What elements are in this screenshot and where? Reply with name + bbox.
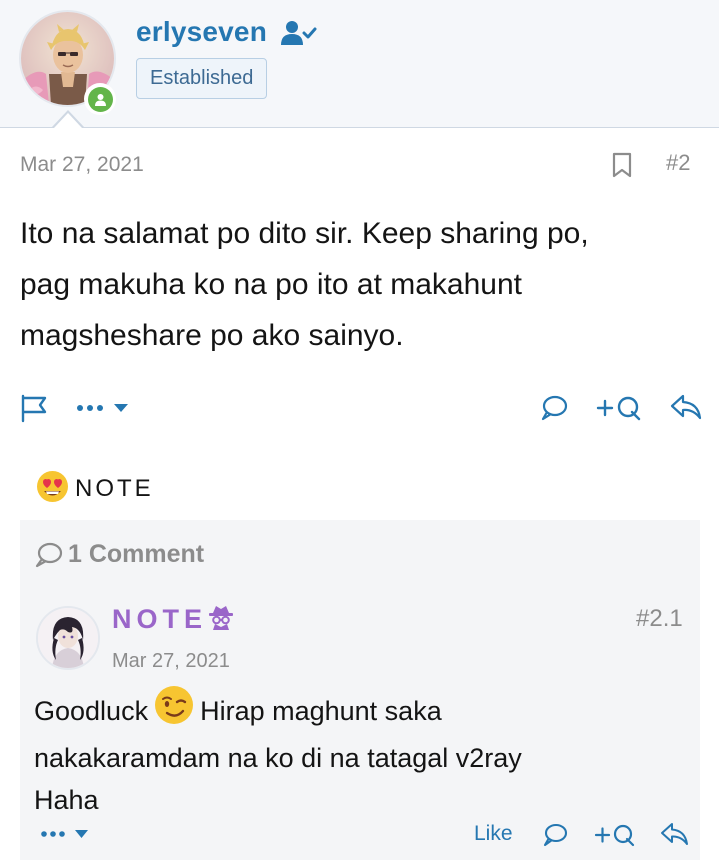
comment-bubble-icon [35,542,63,567]
post-body-line: pag makuha ko na po ito at makahunt [20,268,523,301]
user-status-icon [94,93,106,106]
comment-body-line: Haha [34,785,99,815]
report-flag-icon[interactable] [19,393,49,427]
comment-avatar-illustration [38,608,98,668]
post-date[interactable]: Mar 27, 2021 [20,153,144,177]
user-check-icon [281,20,317,50]
reactor-username[interactable]: NOTE [75,475,154,503]
comments-section: 1 Comment NOTE Mar 27, 2021 #2.1 Goodluc… [20,520,700,860]
comment-body-line: nakakaramdam na ko di na tatagal v2ray [34,743,522,773]
winking-face-emoji-icon [154,685,194,737]
comments-count-label: 1 Comment [68,540,205,568]
comment-like-button[interactable]: Like [474,822,513,846]
post-body-line: Ito na salamat po dito sir. Keep sharing… [20,217,589,250]
comments-count[interactable]: 1 Comment [34,540,204,569]
comment-icon[interactable] [540,394,568,426]
quote-button[interactable] [596,393,644,427]
comment-number-link[interactable]: #2.1 [636,605,683,633]
comment-body-text: Goodluck [34,696,149,726]
bookmark-icon[interactable] [610,151,634,183]
post-body-line: magsheshare po ako sainyo. [20,319,404,352]
comment-more-options-button[interactable] [40,825,92,847]
comment-date[interactable]: Mar 27, 2021 [112,650,230,673]
post-body: Ito na salamat po dito sir. Keep sharing… [20,208,700,361]
post-user-header: erlyseven Established [0,0,719,128]
user-role-badge: Established [136,58,268,99]
header-pointer-fill [54,113,82,128]
more-options-button[interactable] [76,398,132,422]
user-avatar[interactable] [19,10,116,115]
comment-user[interactable]: NOTE [112,603,235,635]
comment-avatar[interactable] [36,606,100,670]
online-status-indicator [84,83,116,115]
comment-reply-bubble-icon[interactable] [542,822,568,852]
comment-body: Goodluck Hirap maghunt saka nakakaramdam… [34,685,684,821]
comment-username[interactable]: NOTE [112,604,207,635]
reply-icon[interactable] [669,392,703,426]
post-number-link[interactable]: #2 [666,150,690,176]
heart-eyes-emoji-icon [36,470,69,507]
comment-body-line: Goodluck Hirap maghunt saka [34,685,684,737]
comment-quote-button[interactable] [594,821,638,853]
comment-reply-icon[interactable] [660,820,690,852]
reaction-summary[interactable]: NOTE [36,470,154,507]
spy-icon [207,603,235,635]
comment-body-text: Hirap maghunt saka [200,696,442,726]
post-username[interactable]: erlyseven [136,16,267,48]
